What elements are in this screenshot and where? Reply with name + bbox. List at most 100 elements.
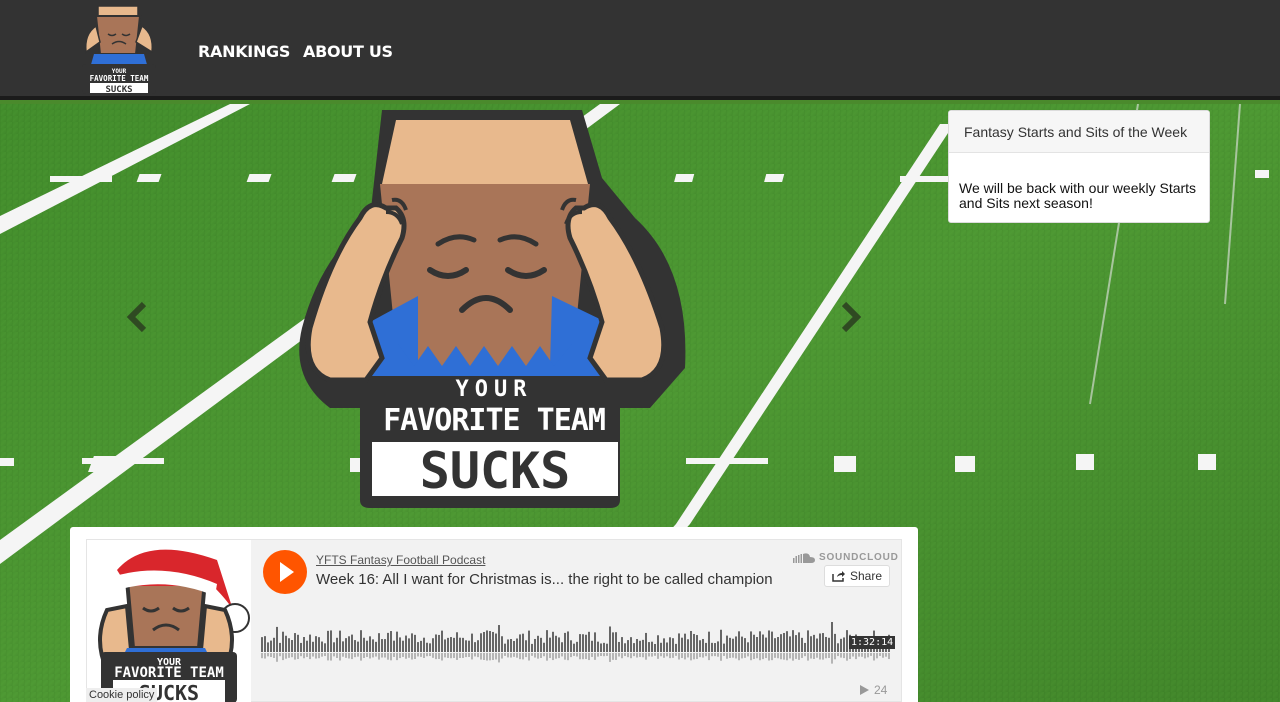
waveform-bar [753,634,755,652]
waveform-reflection [468,653,470,657]
waveform-reflection [672,653,674,658]
waveform-bar [381,639,383,652]
waveform-reflection [411,653,413,660]
waveform-bar [339,630,341,652]
waveform-reflection [585,653,587,660]
track-title[interactable]: Week 16: All I want for Christmas is... … [316,571,773,588]
waveform-reflection [270,653,272,657]
waveform-bar [597,641,599,652]
waveform-bar [606,643,608,652]
waveform-reflection [681,653,683,659]
waveform-reflection [435,653,437,660]
waveform-reflection [675,653,677,656]
waveform-reflection [741,653,743,659]
waveform-reflection [609,653,611,662]
waveform-bar [819,633,821,652]
waveform-bar [633,643,635,652]
waveform-bar [714,643,716,652]
waveform-bar [285,635,287,652]
waveform-reflection [327,653,329,661]
waveform-bar [720,629,722,652]
soundcloud-brand-link[interactable]: SOUNDCLOUD [793,552,899,563]
waveform-bar [354,640,356,652]
waveform-reflection [873,653,875,661]
waveform-bar [765,637,767,652]
waveform-bar [807,630,809,652]
waveform-reflection [690,653,692,661]
podcast-artist-link[interactable]: YFTS Fantasy Football Podcast [316,553,485,567]
waveform-reflection [714,653,716,657]
waveform-reflection [798,653,800,660]
play-button[interactable] [263,550,307,594]
waveform-reflection [822,653,824,660]
waveform-reflection [651,653,653,657]
share-label: Share [849,569,883,583]
waveform-bar [795,635,797,652]
waveform-reflection [531,653,533,656]
waveform-bar [489,631,491,652]
waveform-bar [459,637,461,652]
waveform-reflection [837,653,839,657]
waveform-reflection [864,653,866,659]
waveform-bar [510,638,512,652]
waveform-reflection [369,653,371,659]
waveform-reflection [627,653,629,658]
top-nav-bar: YOUR FAVORITE TEAM SUCKS RANKINGS ABOUT … [0,0,1280,100]
waveform-bar [441,630,443,652]
waveform-reflection [747,653,749,657]
waveform-reflection [792,653,794,661]
waveform-reflection [336,653,338,658]
starts-sits-message: We will be back with our weekly Starts a… [959,180,1197,211]
waveform-reflection [261,653,263,659]
waveform-bar [357,641,359,652]
waveform-bar [813,634,815,652]
waveform-reflection [423,653,425,659]
waveform-bar [777,637,779,652]
waveform-bar [771,631,773,652]
waveform-bar [645,632,647,652]
waveform-bar [630,637,632,652]
waveform-bar [429,643,431,652]
waveform-bar [726,635,728,652]
cookie-policy-link[interactable]: Cookie policy [86,688,158,702]
waveform-bar [378,633,380,652]
waveform-bar [783,632,785,652]
waveform-bar [816,638,818,652]
waveform-bar [531,643,533,652]
waveform-reflection [555,653,557,659]
waveform-reflection [600,653,602,656]
share-button[interactable]: Share [824,565,890,587]
waveform-bar [684,633,686,652]
waveform-reflection [495,653,497,660]
waveform-reflection [570,653,572,658]
waveform-reflection [486,653,488,661]
carousel-prev-icon[interactable] [124,300,150,334]
waveform-bar [681,637,683,652]
waveform-reflection [717,653,719,657]
nav-rankings-link[interactable]: RANKINGS [198,42,290,61]
waveform-bar [360,630,362,652]
hero-logo-line3: SUCKS [420,442,571,500]
starts-sits-title: Fantasy Starts and Sits of the Week [949,111,1209,153]
waveform-bar [762,634,764,652]
waveform-bar [495,633,497,652]
waveform-bar [426,642,428,652]
waveform-bar [708,631,710,652]
nav-about-us-link[interactable]: ABOUT US [303,42,393,61]
waveform-reflection [804,653,806,657]
waveform-reflection [708,653,710,661]
waveform-reflection [378,653,380,660]
waveform-bar [402,640,404,652]
waveform-reflection [471,653,473,660]
waveform-reflection [573,653,575,656]
carousel-next-icon[interactable] [838,300,864,334]
podcast-artwork[interactable]: YOUR FAVORITE TEAM SUCKS [87,540,251,702]
waveform-reflection [489,653,491,661]
site-logo[interactable]: YOUR FAVORITE TEAM SUCKS [74,4,164,96]
waveform-bar [273,637,275,652]
waveform-reflection [429,653,431,657]
waveform-reflection [399,653,401,659]
waveform-bar [612,632,614,652]
waveform-reflection [663,653,665,658]
waveform[interactable] [261,622,891,670]
